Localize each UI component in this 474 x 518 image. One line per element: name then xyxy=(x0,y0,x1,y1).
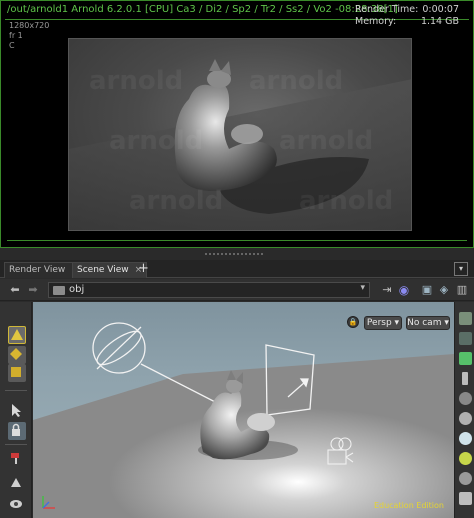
arrow-right-icon[interactable]: ➡ xyxy=(26,283,40,297)
sphere-icon[interactable] xyxy=(459,412,472,425)
render-meta: 1280x720 fr 1 C xyxy=(9,21,49,51)
watermark-3: arnold xyxy=(109,126,203,156)
render-time-label: Render Time: xyxy=(355,4,419,15)
tab-scene-view[interactable]: Scene View × xyxy=(72,262,148,278)
rotate-tool-icon[interactable] xyxy=(8,364,26,382)
resolution-label: 1280x720 xyxy=(9,21,50,30)
render-footer-divider xyxy=(7,240,467,241)
move-tool-icon[interactable] xyxy=(8,346,26,364)
pane-splitter[interactable] xyxy=(0,248,474,260)
camera-menu-button[interactable]: No cam ▾ xyxy=(406,316,450,330)
toolbar-divider xyxy=(5,444,27,445)
brush-tool-icon[interactable] xyxy=(8,474,26,492)
pane-options-icon[interactable]: ▥ xyxy=(456,283,468,297)
watermark-6: arnold xyxy=(299,186,393,216)
watermark-5: arnold xyxy=(129,186,223,216)
display-options-icon[interactable] xyxy=(459,312,472,325)
paint-tool-icon[interactable] xyxy=(8,450,26,468)
pane-menu-icon[interactable]: ▾ xyxy=(454,262,468,276)
splitter-grip-icon[interactable] xyxy=(205,253,265,255)
rendered-scene: arnold arnold arnold arnold arnold arnol… xyxy=(69,59,411,230)
pin-icon[interactable]: ⇥ xyxy=(380,283,394,297)
render-image[interactable]: arnold arnold arnold arnold arnold arnol… xyxy=(68,38,412,231)
watermark-1: arnold xyxy=(89,66,183,96)
background-icon[interactable] xyxy=(459,472,472,485)
render-info-line: /out/arnold1 Arnold 6.2.0.1 [CPU] Ca3 / … xyxy=(7,4,398,15)
left-toolbar xyxy=(0,302,32,518)
lock-icon[interactable]: 🔒 xyxy=(347,316,359,328)
frame-label: fr 1 xyxy=(9,31,23,40)
snap-icon[interactable] xyxy=(459,352,472,365)
select-tool-icon[interactable] xyxy=(8,326,26,344)
headlight-icon[interactable] xyxy=(459,452,472,465)
light-bulb-icon[interactable] xyxy=(459,432,472,445)
scene-viewport[interactable]: 🔒 Persp ▾ No cam ▾ Education Edition xyxy=(33,302,454,518)
watermark-2: arnold xyxy=(249,66,343,96)
right-toolbar xyxy=(454,302,474,518)
pane-tab-bar: Render View× Scene View× + ▾ xyxy=(0,260,474,278)
lock-camera-icon[interactable] xyxy=(8,422,26,440)
shading-mode-icon[interactable] xyxy=(459,332,472,345)
education-edition-label: Education Edition xyxy=(373,501,444,510)
watermark-4: arnold xyxy=(279,126,373,156)
pointer-tool-icon[interactable] xyxy=(8,402,26,420)
tab-scene-view-label: Scene View xyxy=(77,265,129,275)
network-path-value: obj xyxy=(69,284,85,295)
folder-icon xyxy=(53,286,65,295)
channel-label: C xyxy=(9,41,15,50)
add-tab-button[interactable]: + xyxy=(138,262,149,276)
render-time-stat: Render Time: 0:00:07 xyxy=(355,4,459,16)
memory-label: Memory: xyxy=(355,16,397,27)
render-view-panel: /out/arnold1 Arnold 6.2.0.1 [CPU] Ca3 / … xyxy=(0,0,474,248)
cube-icon[interactable]: ▣ xyxy=(420,283,434,297)
persp-label: Persp xyxy=(366,318,392,328)
viewport-scene xyxy=(33,322,454,518)
tab-render-view-label: Render View xyxy=(9,265,66,275)
render-stats: Render Time: 0:00:07 Memory: 1.14 GB xyxy=(355,4,459,28)
toggle-icon[interactable] xyxy=(462,372,468,385)
ghost-icon[interactable] xyxy=(459,392,472,405)
network-icon[interactable]: ◈ xyxy=(438,283,450,297)
persp-menu-button[interactable]: Persp ▾ xyxy=(364,316,402,330)
arrow-left-icon[interactable]: ⬅ xyxy=(8,283,22,297)
axis-gizmo-icon xyxy=(42,496,55,509)
memory-stat: Memory: 1.14 GB xyxy=(355,16,459,28)
network-path-field[interactable]: obj ▾ xyxy=(48,282,370,298)
toolbar-divider xyxy=(5,390,27,391)
help-icon[interactable]: ◉ xyxy=(398,283,410,297)
render-time-value: 0:00:07 xyxy=(422,4,459,15)
chevron-down-icon[interactable]: ▾ xyxy=(360,283,365,293)
camera-label: No cam xyxy=(407,318,442,328)
view-tool-icon[interactable] xyxy=(8,496,26,514)
path-toolbar: ⬅ ➡ obj ▾ ⇥ ◉ ▣ ◈ ▥ xyxy=(0,279,474,301)
wireframe-icon[interactable] xyxy=(459,492,472,505)
memory-value: 1.14 GB xyxy=(420,16,459,27)
